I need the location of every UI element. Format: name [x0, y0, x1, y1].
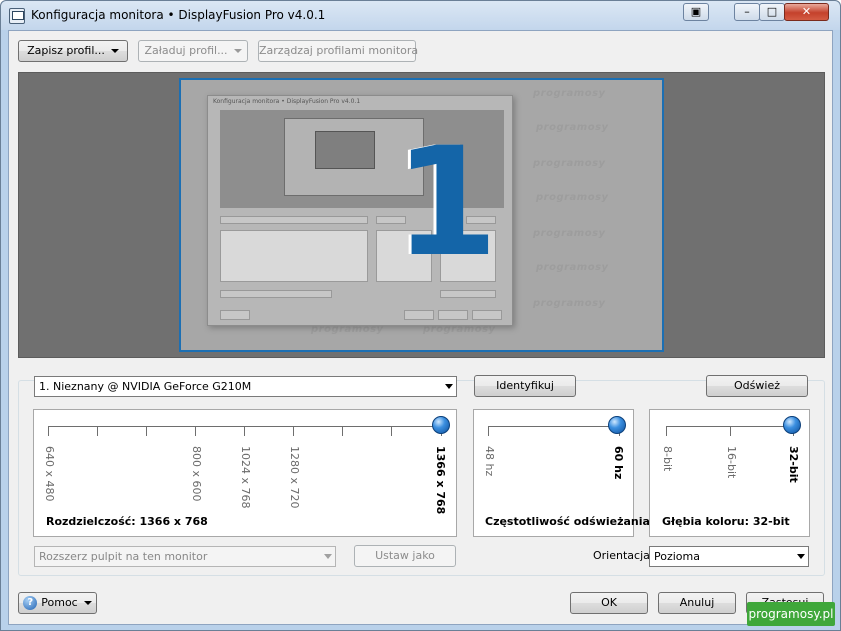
nested-button [472, 310, 502, 320]
color-depth-slider-knob[interactable] [783, 416, 801, 434]
cancel-label: Anuluj [679, 596, 715, 609]
nested-title: Konfiguracja monitora • DisplayFusion Pr… [213, 98, 361, 105]
app-window: Konfiguracja monitora • DisplayFusion Pr… [0, 0, 841, 631]
save-profile-label: Zapisz profil... [27, 44, 105, 57]
load-profile-button[interactable]: Załaduj profil... [138, 40, 248, 62]
refresh-label: Odśwież [734, 379, 780, 392]
monitor-select-value: 1. Nieznany @ NVIDIA GeForce G210M [39, 380, 252, 393]
monitor-number: 1 [394, 116, 499, 290]
maximize-icon: □ [766, 5, 778, 18]
minimize-button[interactable]: – [734, 3, 760, 21]
resolution-panel: 640 x 480 800 x 600 1024 x 768 1280 x 72… [33, 409, 457, 537]
desktop-mode-select[interactable]: Rozszerz pulpit na ten monitor [34, 546, 336, 567]
slider-tick [488, 426, 489, 436]
chevron-down-icon [233, 49, 242, 53]
ok-button[interactable]: OK [570, 592, 648, 614]
refresh-rate-slider-track[interactable] [488, 426, 620, 427]
cancel-button[interactable]: Anuluj [658, 592, 736, 614]
dialog-body: Zapisz profil... Załaduj profil... Zarzą… [8, 30, 833, 625]
color-depth-tick-label-selected: 32-bit [787, 446, 800, 483]
resolution-tick-label: 1024 x 768 [239, 446, 252, 509]
slider-tick [195, 426, 196, 436]
slider-tick [730, 426, 731, 436]
identify-label: Identyfikuj [496, 379, 554, 392]
slider-tick [666, 426, 667, 436]
watermark: programosy [533, 228, 606, 239]
monitor-1-preview[interactable]: programosy programosy programosy program… [179, 78, 664, 352]
app-icon [9, 8, 25, 24]
nested-combo [440, 290, 496, 298]
slider-tick [342, 426, 343, 436]
nested-button [404, 310, 434, 320]
desktop-mode-value: Rozszerz pulpit na ten monitor [39, 550, 208, 563]
orientation-label: Orientacja: [593, 549, 654, 562]
monitor-preview-area: programosy programosy programosy program… [18, 72, 825, 358]
nested-monitor-inner [315, 131, 375, 169]
chevron-down-icon [445, 384, 453, 389]
color-depth-tick-label: 8-bit [661, 446, 674, 472]
refresh-button[interactable]: Odśwież [706, 375, 808, 397]
resolution-caption: Rozdzielczość: 1366 x 768 [46, 515, 208, 528]
manage-profiles-button[interactable]: Zarządzaj profilami monitora [258, 40, 419, 62]
slider-tick [391, 426, 392, 436]
close-icon: ✕ [801, 5, 812, 18]
color-depth-panel: 8-bit 16-bit 32-bit Głębia koloru: 32-bi… [649, 409, 810, 537]
watermark: programosy [536, 122, 609, 133]
help-label: Pomoc [41, 596, 78, 609]
refresh-rate-panel: 48 hz 60 hz Częstotliwość odświeżania [473, 409, 650, 537]
maximize-button[interactable]: □ [759, 3, 785, 21]
close-button[interactable]: ✕ [784, 3, 829, 21]
watermark: programosy [533, 298, 606, 309]
monitor-select[interactable]: 1. Nieznany @ NVIDIA GeForce G210M [34, 376, 457, 397]
nested-button [438, 310, 468, 320]
orientation-select[interactable]: Pozioma [649, 546, 809, 567]
watermark: programosy [533, 158, 606, 169]
resolution-tick-label: 1280 x 720 [288, 446, 301, 509]
slider-tick [97, 426, 98, 436]
refresh-rate-caption: Częstotliwość odświeżania [485, 515, 650, 528]
nested-panel [220, 230, 368, 282]
nested-combo [220, 216, 368, 224]
window-title: Konfiguracja monitora • DisplayFusion Pr… [31, 8, 326, 22]
resolution-tick-label: 640 x 480 [43, 446, 56, 502]
watermark: programosy [536, 192, 609, 203]
chevron-down-icon [83, 601, 92, 605]
title-bar: Konfiguracja monitora • DisplayFusion Pr… [1, 1, 840, 30]
manage-profiles-label: Zarządzaj profilami monitora [259, 44, 419, 57]
refresh-rate-tick-label-selected: 60 hz [612, 446, 625, 480]
resolution-tick-label-selected: 1366 x 768 [434, 446, 447, 515]
resolution-slider-knob[interactable] [432, 416, 450, 434]
ok-label: OK [601, 596, 617, 609]
help-icon: ? [23, 596, 38, 610]
watermark: programosy [533, 88, 606, 99]
slider-tick [48, 426, 49, 436]
resolution-tick-label: 800 x 600 [190, 446, 203, 502]
chevron-down-icon [110, 49, 119, 53]
watermark-badge: programosy.pl [747, 602, 835, 626]
refresh-rate-slider-knob[interactable] [608, 416, 626, 434]
pin-icon: ▣ [690, 5, 702, 18]
identify-button[interactable]: Identyfikuj [474, 375, 576, 397]
load-profile-label: Załaduj profil... [144, 44, 228, 57]
set-as-label: Ustaw jako [375, 549, 435, 562]
resolution-slider-track[interactable] [48, 426, 442, 427]
color-depth-caption: Głębia koloru: 32-bit [662, 515, 790, 528]
nested-combo [220, 290, 332, 298]
pin-button[interactable]: ▣ [683, 3, 709, 21]
slider-tick [293, 426, 294, 436]
save-profile-button[interactable]: Zapisz profil... [18, 40, 128, 62]
chevron-down-icon [797, 554, 805, 559]
orientation-value: Pozioma [654, 550, 700, 563]
chevron-down-icon [324, 554, 332, 559]
slider-tick [244, 426, 245, 436]
nested-button [220, 310, 250, 320]
color-depth-tick-label: 16-bit [725, 446, 738, 479]
minimize-icon: – [744, 5, 750, 18]
watermark: programosy [536, 262, 609, 273]
refresh-rate-tick-label: 48 hz [483, 446, 496, 477]
set-as-button[interactable]: Ustaw jako [354, 545, 456, 567]
slider-tick [146, 426, 147, 436]
help-button[interactable]: ? Pomoc [18, 592, 97, 614]
